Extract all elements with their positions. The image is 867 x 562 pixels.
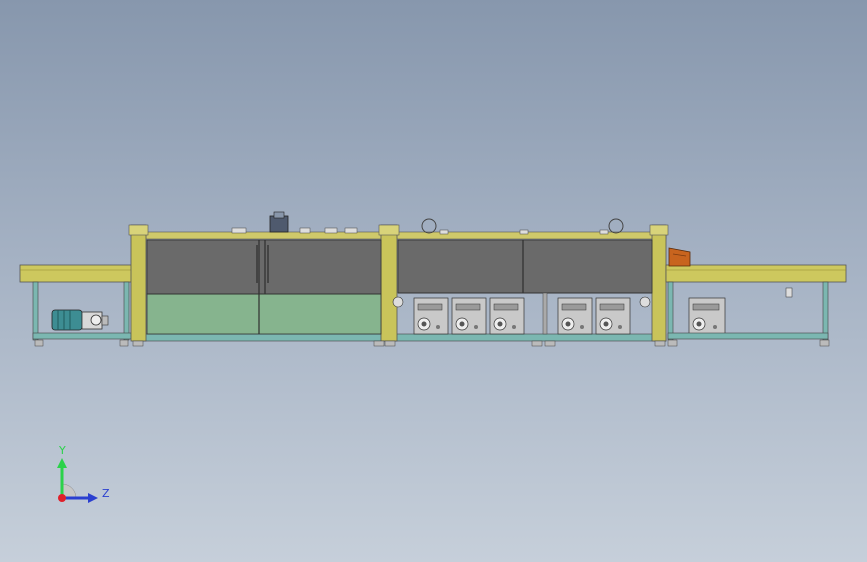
left-chamber[interactable] (146, 239, 382, 335)
axis-triad: Y Z (57, 444, 110, 503)
z-axis-label: Z (102, 487, 110, 500)
y-axis-arrow-icon (57, 458, 67, 468)
cad-viewport[interactable] (0, 0, 867, 562)
y-axis-label: Y (58, 444, 66, 457)
z-axis-arrow-icon (88, 493, 98, 503)
pump-unit[interactable] (451, 297, 487, 335)
pump-unit[interactable] (595, 297, 631, 335)
pump-units (392, 296, 726, 335)
x-axis-icon (58, 494, 66, 502)
pump-unit[interactable] (489, 297, 525, 335)
control-box[interactable] (668, 247, 691, 267)
pump-unit[interactable] (688, 297, 726, 335)
pump-unit[interactable] (557, 297, 593, 335)
pump-unit[interactable] (413, 297, 449, 335)
drive-motor[interactable] (51, 309, 109, 331)
left-conveyor (19, 264, 137, 347)
top-fittings (231, 211, 624, 235)
